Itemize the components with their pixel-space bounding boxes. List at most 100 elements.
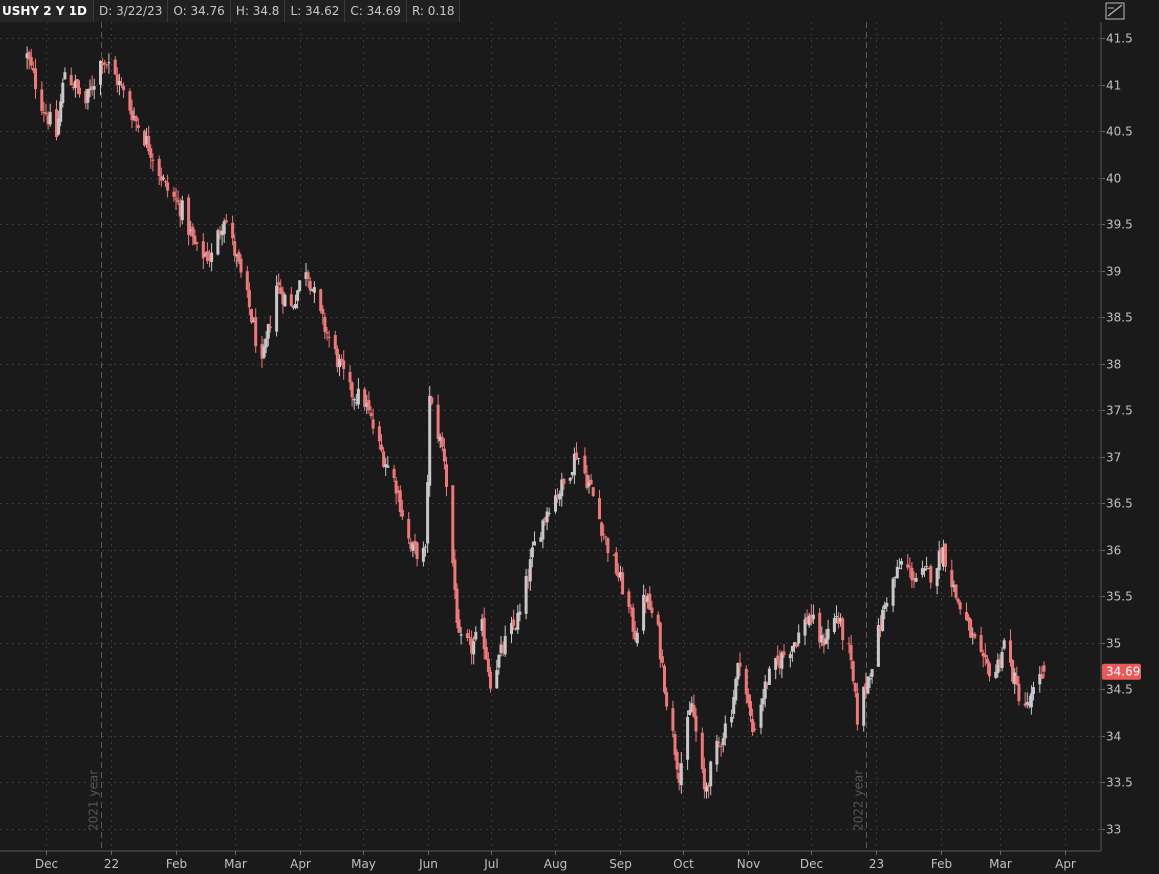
x-tick-label: Apr	[1055, 857, 1076, 871]
candle-down	[348, 371, 352, 383]
y-tick-label: 41.5	[1106, 32, 1133, 46]
candle-down	[166, 182, 170, 191]
candle-up	[107, 62, 111, 64]
chart-container[interactable]: 2021 year 2022 year 33 33.5 34 34.5 35 35.5 36 3…	[0, 0, 1159, 874]
candle-down	[650, 607, 654, 614]
candle-down	[782, 651, 786, 656]
candle-down	[988, 663, 991, 677]
candle-down	[187, 197, 191, 235]
candle-up	[870, 669, 874, 677]
candle-down	[400, 509, 404, 517]
candle-up	[868, 678, 872, 680]
candle-down	[325, 332, 329, 334]
candlestick-chart[interactable]: 2021 year 2022 year 3333.53434.53535.5363…	[0, 0, 1159, 874]
candle-up	[161, 177, 165, 180]
x-axis: Dec 22 Feb Mar Apr May Jun Jul Aug Sep Oct Nov Dec 23…	[0, 850, 1101, 871]
candle-up	[528, 559, 532, 582]
candle-up	[925, 566, 929, 568]
candle-up	[721, 738, 725, 745]
candle-up	[554, 495, 557, 512]
candle-up	[92, 86, 96, 90]
candle-up	[530, 547, 534, 558]
candle-up	[298, 280, 302, 291]
candle-down	[648, 593, 652, 610]
drawing-tool-icon[interactable]	[1103, 0, 1127, 22]
candle-up	[705, 786, 708, 792]
candle-up	[891, 578, 895, 606]
candle-down	[675, 752, 679, 770]
candle-down	[673, 734, 677, 755]
candle-down	[776, 655, 780, 661]
candle-down	[392, 468, 396, 478]
x-tick-label: Nov	[737, 857, 760, 871]
candle-down	[663, 665, 666, 693]
candle-up	[679, 763, 683, 785]
x-tick-label: Sep	[609, 857, 632, 871]
candle-down	[327, 336, 331, 338]
candle-up	[275, 285, 279, 332]
y-tick-label: 41	[1106, 79, 1121, 93]
candle-down	[323, 316, 327, 332]
candle-up	[709, 761, 713, 787]
candle-down	[631, 607, 635, 632]
candle-down	[69, 75, 73, 86]
candle-up	[516, 613, 520, 630]
candle-up	[312, 287, 316, 293]
candle-up	[61, 82, 65, 104]
candle-down	[908, 566, 912, 568]
candle-down	[120, 83, 123, 86]
candle-down	[306, 272, 310, 280]
candle-down	[847, 643, 851, 645]
candle-down	[944, 543, 947, 567]
candle-down	[103, 62, 107, 64]
x-tick-label: Mar	[224, 857, 247, 871]
candle-down	[342, 360, 346, 369]
candle-down	[700, 732, 704, 769]
candle-up	[568, 477, 572, 481]
candle-down	[76, 79, 79, 88]
candle-down	[1009, 640, 1012, 663]
symbol-label[interactable]: USHY 2 Y 1D	[0, 0, 95, 22]
candle-down	[606, 538, 610, 554]
candle-down	[604, 536, 608, 538]
candle-down	[319, 289, 323, 311]
candle-down	[562, 479, 566, 484]
candle-down	[407, 518, 411, 539]
candle-up	[832, 617, 836, 632]
date-readout: D: 3/22/23	[94, 0, 169, 22]
candle-down	[1040, 674, 1044, 679]
candle-down	[453, 559, 457, 590]
y-tick-label: 38	[1106, 358, 1121, 372]
candle-down	[245, 271, 249, 291]
x-tick-label: Dec	[35, 857, 58, 871]
candle-down	[692, 704, 696, 717]
grid-lines: 2021 year 2022 year	[0, 22, 1101, 851]
candle-down	[575, 452, 578, 459]
y-axis: 33 33.5 34 34.5 35 35.5 36 36.5 37 37.5 38 38.5 39 39…	[1100, 22, 1133, 851]
candle-up	[541, 520, 545, 540]
candle-up	[283, 294, 287, 307]
candle-down	[369, 413, 373, 416]
x-tick-label: Apr	[290, 857, 311, 871]
candle-down	[671, 708, 675, 731]
candle-down	[598, 498, 601, 520]
candle-up	[518, 611, 522, 615]
y-tick-label: 39	[1106, 265, 1121, 279]
y-tick-label: 37.5	[1106, 404, 1133, 418]
candle-down	[172, 191, 176, 197]
y-tick-label: 40	[1106, 172, 1121, 186]
candle-down	[950, 570, 954, 588]
candle-down	[717, 741, 721, 743]
candle-down	[583, 455, 587, 474]
candle-down	[665, 692, 669, 707]
candle-up	[424, 546, 427, 548]
candle-up	[210, 252, 214, 262]
candle-up	[1000, 652, 1004, 669]
open-readout: O: 34.76	[168, 0, 231, 22]
candle-down	[350, 382, 354, 398]
candle-up	[426, 482, 430, 544]
candle-down	[233, 241, 237, 256]
candle-down	[231, 222, 235, 239]
candle-down	[321, 308, 325, 314]
year-marker-label: 2022 year	[852, 770, 866, 831]
